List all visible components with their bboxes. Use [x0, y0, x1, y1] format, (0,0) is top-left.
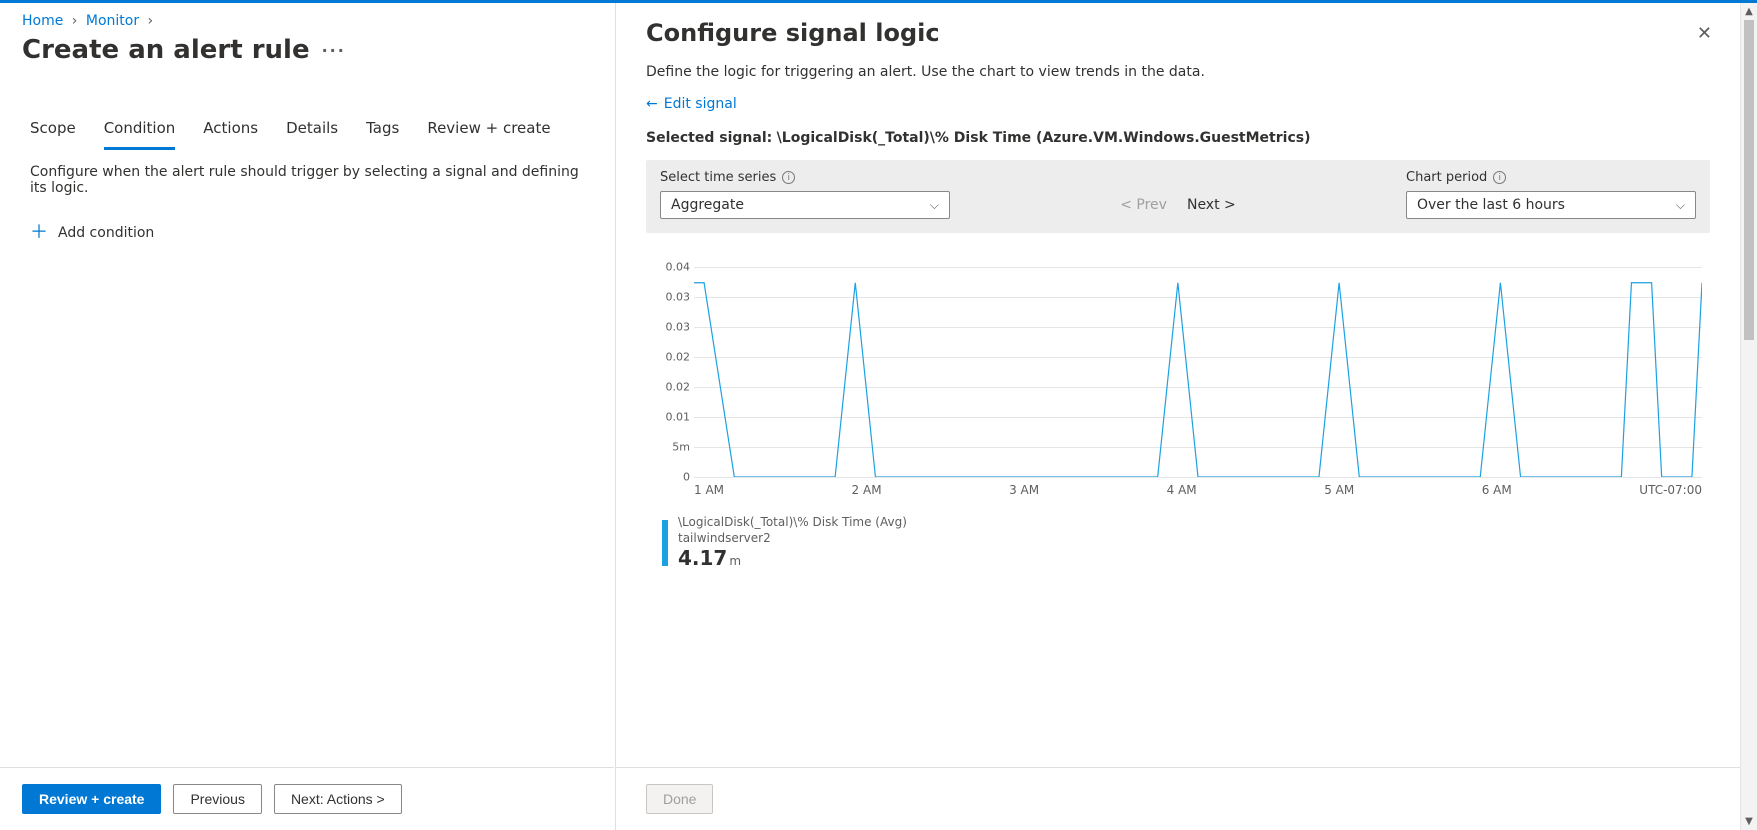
selected-signal-label: Selected signal:	[646, 130, 772, 146]
panel-subtitle: Define the logic for triggering an alert…	[616, 48, 1740, 90]
scrollbar[interactable]: ▲ ▼	[1740, 3, 1757, 830]
edit-signal-label: Edit signal	[664, 96, 737, 112]
x-tick: UTC-07:00	[1639, 483, 1702, 497]
selected-signal: Selected signal: \LogicalDisk(_Total)\% …	[616, 118, 1740, 160]
chart-controls: Select time series i Aggregate ⌵ < Prev …	[646, 160, 1710, 233]
scrollbar-thumb[interactable]	[1744, 20, 1754, 340]
chevron-right-icon: ›	[148, 13, 154, 29]
edit-signal-link[interactable]: ← Edit signal	[616, 90, 1740, 118]
x-tick: 5 AM	[1324, 483, 1354, 497]
x-tick: 6 AM	[1482, 483, 1512, 497]
y-tick: 0	[650, 471, 690, 484]
tabs: Scope Condition Actions Details Tags Rev…	[0, 113, 614, 150]
x-tick: 3 AM	[1009, 483, 1039, 497]
legend-color-icon	[662, 520, 668, 566]
chevron-down-icon: ⌵	[930, 198, 939, 213]
info-icon[interactable]: i	[1493, 171, 1506, 184]
right-pane: Configure signal logic ✕ Define the logi…	[615, 3, 1740, 830]
arrow-left-icon: ←	[646, 96, 658, 112]
chevron-right-icon: ›	[72, 13, 78, 29]
left-footer: Review + create Previous Next: Actions >	[0, 767, 614, 830]
prev-series-button[interactable]: < Prev	[1120, 197, 1167, 213]
y-tick: 0.01	[650, 411, 690, 424]
y-tick: 0.04	[650, 261, 690, 274]
time-series-label: Select time series i	[660, 170, 950, 185]
review-create-button[interactable]: Review + create	[22, 784, 161, 814]
chart-x-axis: 1 AM 2 AM 3 AM 4 AM 5 AM 6 AM UTC-07:00	[694, 483, 1702, 497]
add-condition-button[interactable]: ＋ Add condition	[0, 210, 614, 256]
legend-metric: \LogicalDisk(_Total)\% Disk Time (Avg)	[678, 515, 907, 531]
chart-period-value: Over the last 6 hours	[1417, 197, 1565, 213]
done-button[interactable]: Done	[646, 784, 713, 814]
info-icon[interactable]: i	[782, 171, 795, 184]
y-tick: 0.02	[650, 351, 690, 364]
legend-value: 4.17m	[678, 546, 907, 570]
tab-description: Configure when the alert rule should tri…	[0, 150, 614, 210]
time-series-value: Aggregate	[671, 197, 744, 213]
chart: 0.040.030.030.020.020.015m0 1 AM 2 AM 3 AM…	[646, 267, 1710, 497]
left-pane: Home › Monitor › Create an alert rule ··…	[0, 3, 615, 830]
scroll-down-icon[interactable]: ▼	[1741, 813, 1757, 830]
next-actions-button[interactable]: Next: Actions >	[274, 784, 402, 814]
tab-scope[interactable]: Scope	[30, 113, 76, 150]
time-series-select[interactable]: Aggregate ⌵	[660, 191, 950, 219]
legend-resource: tailwindserver2	[678, 531, 907, 547]
panel-title: Configure signal logic	[646, 19, 940, 47]
more-icon[interactable]: ···	[322, 41, 346, 60]
chevron-down-icon: ⌵	[1676, 198, 1685, 213]
chart-legend: \LogicalDisk(_Total)\% Disk Time (Avg) t…	[662, 515, 1710, 570]
tab-actions[interactable]: Actions	[203, 113, 258, 150]
x-tick: 4 AM	[1167, 483, 1197, 497]
tab-details[interactable]: Details	[286, 113, 338, 150]
series-pager: < Prev Next >	[1120, 197, 1236, 219]
page-title: Create an alert rule	[22, 35, 310, 65]
right-footer: Done	[616, 767, 1740, 830]
y-tick: 5m	[650, 441, 690, 454]
selected-signal-value: \LogicalDisk(_Total)\% Disk Time (Azure.…	[777, 130, 1311, 146]
previous-button[interactable]: Previous	[173, 784, 261, 814]
crumb-home[interactable]: Home	[22, 13, 63, 29]
chart-period-label: Chart period i	[1406, 170, 1696, 185]
breadcrumb: Home › Monitor ›	[0, 3, 614, 29]
crumb-monitor[interactable]: Monitor	[86, 13, 139, 29]
next-series-button[interactable]: Next >	[1187, 197, 1236, 213]
tab-condition[interactable]: Condition	[104, 113, 176, 150]
y-tick: 0.03	[650, 321, 690, 334]
y-tick: 0.03	[650, 291, 690, 304]
tab-review[interactable]: Review + create	[427, 113, 550, 150]
chart-plot[interactable]: 0.040.030.030.020.020.015m0	[694, 267, 1702, 477]
chart-period-select[interactable]: Over the last 6 hours ⌵	[1406, 191, 1696, 219]
close-icon[interactable]: ✕	[1693, 19, 1716, 48]
y-tick: 0.02	[650, 381, 690, 394]
x-tick: 1 AM	[694, 483, 724, 497]
plus-icon: ＋	[30, 224, 48, 242]
scroll-up-icon[interactable]: ▲	[1741, 3, 1757, 20]
x-tick: 2 AM	[852, 483, 882, 497]
add-condition-label: Add condition	[58, 225, 154, 241]
tab-tags[interactable]: Tags	[366, 113, 399, 150]
